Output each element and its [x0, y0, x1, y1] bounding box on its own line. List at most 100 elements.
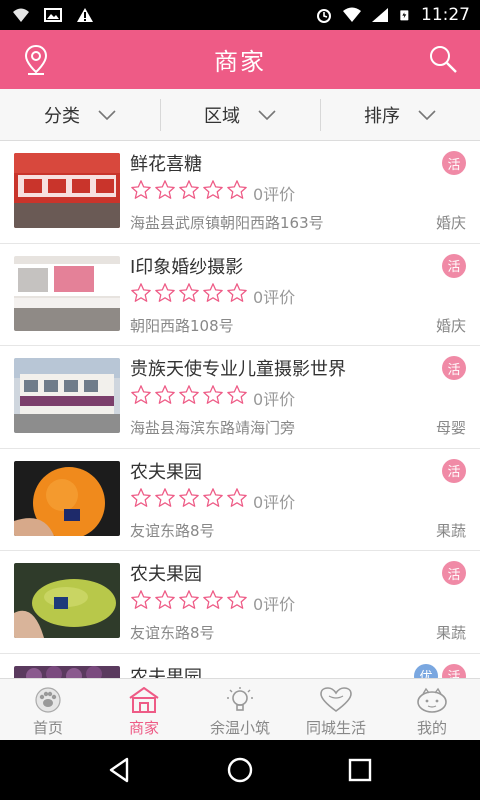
activity-badge: 活	[442, 561, 466, 585]
filter-category[interactable]: 分类	[0, 89, 160, 140]
rating-stars	[130, 589, 248, 611]
star-icon	[203, 282, 223, 302]
app-bar: 商家	[0, 30, 480, 89]
back-icon[interactable]	[105, 755, 135, 785]
star-icon	[203, 590, 223, 609]
merchant-name: 贵族天使专业儿童摄影世界	[130, 359, 346, 380]
shop-icon	[129, 687, 159, 713]
tab-merchants[interactable]: 商家	[96, 679, 192, 740]
star-icon	[227, 590, 247, 609]
merchant-name: 农夫果园	[130, 461, 202, 483]
tab-label: 同城生活	[305, 719, 366, 737]
merchant-item[interactable]: 贵族天使专业儿童摄影世界 0评价 海盐县海滨东路靖海门旁 母婴 活	[0, 346, 480, 449]
wifi-icon	[343, 7, 361, 22]
star-icon	[179, 385, 199, 404]
star-icon	[179, 590, 199, 609]
page-title: 商家	[214, 48, 266, 76]
tab-label: 首页	[32, 719, 63, 737]
tab-home[interactable]: 首页	[0, 679, 96, 740]
tab-label: 商家	[128, 719, 159, 737]
review-count: 0评价	[253, 492, 296, 512]
star-icon	[203, 385, 223, 404]
merchant-item[interactable]: 鲜花喜糖 0评价 海盐县武原镇朝阳西路163号 婚庆 活	[0, 141, 480, 244]
activity-badge: 活	[442, 663, 466, 678]
review-count: 0评价	[253, 287, 296, 307]
tab-mine[interactable]: 我的	[384, 679, 480, 740]
merchant-photo	[14, 563, 120, 638]
merchant-item[interactable]: I印象婚纱摄影 0评价 朝阳西路108号 婚庆 活	[0, 243, 480, 346]
filter-label: 排序	[364, 105, 400, 127]
filter-label: 分类	[44, 105, 80, 127]
merchant-photo	[14, 255, 120, 331]
star-icon	[227, 180, 247, 199]
rating-stars	[130, 179, 248, 201]
rating-stars	[130, 282, 248, 304]
star-icon	[179, 487, 199, 507]
merchant-category: 果蔬	[435, 624, 466, 642]
warning-icon	[77, 8, 93, 22]
star-icon	[179, 282, 199, 302]
star-icon	[227, 385, 247, 404]
bulb-icon	[227, 687, 253, 711]
star-icon	[227, 487, 247, 507]
clock: 11:27	[421, 5, 470, 25]
paw-icon	[35, 687, 61, 713]
activity-badge: 活	[442, 458, 466, 483]
home-icon[interactable]	[225, 755, 255, 785]
merchant-photo	[14, 460, 120, 536]
tab-local-life[interactable]: 同城生活	[288, 679, 384, 740]
merchant-item[interactable]: 农夫果园 0评价 友谊东路8号 果蔬 活	[0, 448, 480, 551]
activity-badge: 活	[442, 151, 466, 175]
filter-label: 区域	[204, 105, 240, 127]
merchant-name: 鲜花喜糖	[130, 154, 202, 175]
location-icon[interactable]	[22, 44, 50, 76]
system-nav-bar	[0, 740, 480, 800]
star-icon	[203, 487, 223, 507]
chevron-down-icon	[418, 109, 436, 120]
star-icon	[131, 590, 151, 609]
wifi-question-icon	[13, 8, 29, 22]
star-icon	[131, 282, 151, 302]
merchant-category: 婚庆	[435, 316, 466, 335]
merchant-name: I印象婚纱摄影	[130, 256, 244, 278]
filter-sort[interactable]: 排序	[320, 89, 480, 140]
heart-icon	[320, 687, 352, 712]
merchant-name: 农夫果园	[130, 666, 202, 679]
review-count: 0评价	[253, 390, 296, 409]
merchant-address: 友谊东路8号	[130, 624, 215, 642]
star-icon	[131, 385, 151, 404]
filter-bar: 分类 区域 排序	[0, 89, 480, 141]
merchant-item[interactable]: 农夫果园 优 活	[0, 653, 480, 679]
image-icon	[44, 8, 62, 22]
star-icon	[227, 282, 247, 302]
star-icon	[155, 487, 175, 507]
search-icon[interactable]	[428, 44, 458, 74]
battery-icon	[400, 10, 409, 21]
chevron-down-icon	[258, 109, 276, 120]
face-icon	[417, 687, 447, 713]
featured-badge: 优	[414, 663, 438, 678]
alarm-icon	[317, 9, 331, 23]
recents-icon[interactable]	[345, 755, 375, 785]
star-icon	[155, 180, 175, 199]
status-bar: 11:27	[0, 0, 480, 30]
merchant-category: 婚庆	[435, 214, 466, 232]
star-icon	[203, 180, 223, 199]
chevron-down-icon	[98, 109, 116, 120]
merchant-category: 母婴	[435, 419, 466, 437]
tab-yuwen[interactable]: 余温小筑	[192, 679, 288, 740]
merchant-photo	[14, 358, 120, 433]
merchant-address: 海盐县海滨东路靖海门旁	[130, 419, 296, 437]
star-icon	[155, 385, 175, 404]
signal-icon	[372, 8, 388, 22]
star-icon	[155, 590, 175, 609]
rating-stars	[130, 487, 248, 509]
merchant-item[interactable]: 农夫果园 0评价 友谊东路8号 果蔬 活	[0, 551, 480, 654]
merchant-category: 果蔬	[435, 521, 466, 540]
star-icon	[131, 487, 151, 507]
star-icon	[179, 180, 199, 199]
merchant-name: 农夫果园	[130, 564, 202, 585]
merchant-address: 友谊东路8号	[130, 521, 215, 540]
filter-area[interactable]: 区域	[160, 89, 320, 140]
merchant-photo	[14, 153, 120, 228]
